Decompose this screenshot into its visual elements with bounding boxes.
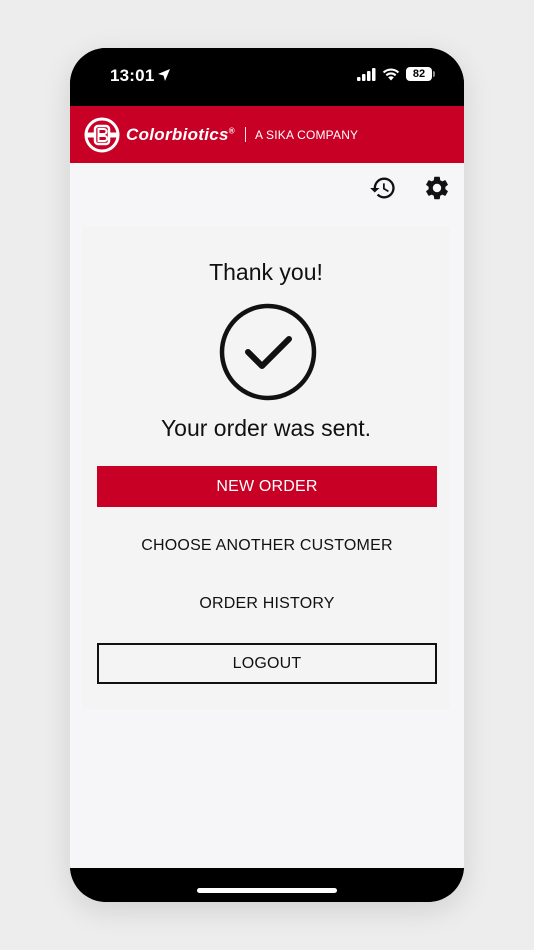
brand-separator bbox=[244, 127, 246, 142]
colorbiotics-logo-icon bbox=[84, 117, 120, 152]
status-right: 82 bbox=[357, 67, 435, 81]
thank-you-title: Thank you! bbox=[209, 259, 323, 285]
battery-indicator: 82 bbox=[406, 67, 435, 81]
logout-button[interactable]: LOGOUT bbox=[97, 643, 437, 684]
check-circle-icon bbox=[219, 303, 317, 401]
history-icon bbox=[370, 177, 395, 199]
phone-frame: 13:01 82 Colorbiotics® A SIKA COMPANY Th… bbox=[70, 48, 464, 902]
order-history-button[interactable]: ORDER HISTORY bbox=[97, 583, 437, 624]
home-indicator[interactable] bbox=[197, 888, 337, 893]
home-area bbox=[70, 868, 464, 902]
gear-icon bbox=[426, 176, 448, 200]
status-bar: 13:01 82 bbox=[70, 48, 464, 106]
signal-icon bbox=[357, 67, 376, 81]
new-order-button[interactable]: NEW ORDER bbox=[97, 466, 437, 507]
settings-button[interactable] bbox=[422, 173, 452, 203]
toolbar bbox=[368, 173, 452, 203]
brand-name: Colorbiotics® bbox=[126, 124, 235, 144]
wifi-icon bbox=[382, 67, 400, 80]
confirmation-card: Thank you! Your order was sent. NEW ORDE… bbox=[82, 227, 450, 709]
choose-another-customer-button[interactable]: CHOOSE ANOTHER CUSTOMER bbox=[97, 525, 437, 566]
location-arrow-icon bbox=[158, 69, 170, 81]
brand-tagline: A SIKA COMPANY bbox=[254, 127, 359, 142]
order-sent-message: Your order was sent. bbox=[160, 415, 372, 441]
status-time: 13:01 bbox=[110, 66, 155, 85]
history-button[interactable] bbox=[368, 173, 398, 203]
main-screen: Thank you! Your order was sent. NEW ORDE… bbox=[70, 163, 464, 868]
brand-header: Colorbiotics® A SIKA COMPANY bbox=[70, 106, 464, 163]
